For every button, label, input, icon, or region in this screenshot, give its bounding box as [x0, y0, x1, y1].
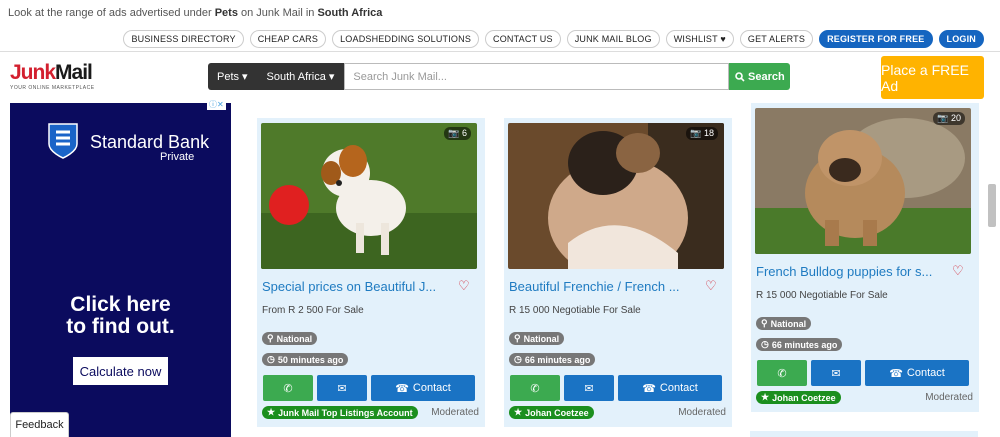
standard-bank-shield-icon — [48, 123, 78, 159]
heart-icon[interactable]: ♡ — [705, 278, 717, 294]
photo-count-badge: 📷 20 — [933, 112, 965, 125]
search-icon — [735, 71, 745, 82]
junkmail-logo[interactable]: JunkMail YOUR ONLINE MARKETPLACE — [10, 62, 102, 94]
location-badge: ⚲ National — [756, 317, 812, 330]
listing-card[interactable]: 📷 18 Beautiful Frenchie / French ... ♡ R… — [504, 118, 732, 427]
map-pin-icon: ⚲ — [267, 333, 274, 343]
login-button[interactable]: LOGIN — [938, 30, 984, 48]
listing-photo[interactable]: 📷 20 — [755, 108, 971, 254]
seller-badge[interactable]: ★ Junk Mail Top Listings Account — [262, 406, 418, 419]
envelope-icon: ✉ — [831, 367, 841, 380]
phone-icon: ☎ — [889, 367, 903, 380]
bank-name: Standard Bank — [90, 132, 210, 152]
time-badge: ◷ 66 minutes ago — [756, 338, 843, 351]
region-name: South Africa — [317, 7, 383, 19]
photo-count-badge: 📷 6 — [444, 127, 471, 140]
region-select[interactable]: South Africa ▾ — [256, 63, 345, 90]
whatsapp-button[interactable]: ✆ — [510, 375, 560, 401]
page-scrollbar-thumb[interactable] — [988, 184, 996, 227]
place-free-ad-button[interactable]: Place a FREE Ad — [881, 56, 984, 99]
whatsapp-icon: ✆ — [283, 382, 293, 395]
contact-button[interactable]: ☎ Contact — [371, 375, 475, 401]
envelope-icon: ✉ — [584, 382, 594, 395]
page-intro-text: Look at the range of ads advertised unde… — [8, 7, 383, 19]
listing-actions: ✆ ✉ ☎ Contact — [263, 375, 475, 401]
bank-subtitle: Private — [160, 151, 195, 163]
email-button[interactable]: ✉ — [564, 375, 614, 401]
caret-down-icon: ▾ — [328, 71, 335, 83]
whatsapp-icon: ✆ — [777, 367, 787, 380]
contact-button[interactable]: ☎ Contact — [618, 375, 722, 401]
seller-badge[interactable]: ★ Johan Coetzee — [756, 391, 841, 404]
clock-icon: ◷ — [514, 354, 522, 364]
top-navigation: BUSINESS DIRECTORY CHEAP CARS LOADSHEDDI… — [123, 30, 984, 48]
map-pin-icon: ⚲ — [761, 318, 768, 328]
email-button[interactable]: ✉ — [811, 360, 861, 386]
envelope-icon: ✉ — [337, 382, 347, 395]
heart-icon[interactable]: ♡ — [458, 278, 470, 294]
listing-card[interactable]: 📷 6 Special prices on Beautiful J... ♡ F… — [257, 118, 485, 427]
nav-loadshedding-solutions[interactable]: LOADSHEDDING SOLUTIONS — [332, 30, 480, 48]
heart-icon[interactable]: ♡ — [952, 263, 964, 279]
listing-photo[interactable]: 📷 6 — [261, 123, 477, 269]
next-listing-card-edge — [750, 431, 978, 437]
listing-title[interactable]: Beautiful Frenchie / French ... — [509, 279, 680, 294]
listing-price: From R 2 500 For Sale — [262, 305, 364, 316]
star-icon: ★ — [514, 407, 523, 417]
whatsapp-button[interactable]: ✆ — [757, 360, 807, 386]
adchoices-icon[interactable]: ⓘ✕ — [207, 99, 226, 110]
category-select[interactable]: Pets ▾ — [208, 63, 257, 90]
search-bar: Pets ▾ South Africa ▾ Search Junk Mail... … — [208, 63, 791, 90]
moderation-status: Moderated — [925, 392, 973, 403]
nav-wishlist[interactable]: WISHLIST ♥ — [665, 30, 734, 48]
search-button[interactable]: Search — [729, 63, 791, 90]
nav-junk-mail-blog[interactable]: JUNK MAIL BLOG — [566, 30, 660, 48]
time-badge: ◷ 50 minutes ago — [262, 353, 349, 366]
listing-actions: ✆ ✉ ☎ Contact — [757, 360, 969, 386]
listing-title[interactable]: Special prices on Beautiful J... — [262, 279, 436, 294]
caret-down-icon: ▾ — [242, 71, 248, 83]
whatsapp-button[interactable]: ✆ — [263, 375, 313, 401]
clock-icon: ◷ — [761, 339, 769, 349]
listing-price: R 15 000 Negotiable For Sale — [756, 290, 888, 301]
clock-icon: ◷ — [267, 354, 275, 364]
nav-business-directory[interactable]: BUSINESS DIRECTORY — [123, 30, 244, 48]
moderation-status: Moderated — [431, 407, 479, 418]
seller-badge[interactable]: ★ Johan Coetzee — [509, 406, 594, 419]
listing-card[interactable]: 📷 20 French Bulldog puppies for s... ♡ R… — [751, 103, 979, 412]
standard-bank-ad-banner[interactable]: Standard Bank Private Click here to find … — [10, 103, 231, 437]
calculate-now-button[interactable]: Calculate now — [73, 357, 168, 385]
email-button[interactable]: ✉ — [317, 375, 367, 401]
star-icon: ★ — [761, 392, 770, 402]
banner-headline: Click here to find out. — [66, 293, 175, 338]
map-pin-icon: ⚲ — [514, 333, 521, 343]
listing-photo[interactable]: 📷 18 — [508, 123, 724, 269]
nav-get-alerts[interactable]: GET ALERTS — [739, 30, 814, 48]
header-divider — [0, 51, 1000, 52]
phone-icon: ☎ — [642, 382, 656, 395]
listing-price: R 15 000 Negotiable For Sale — [509, 305, 641, 316]
location-badge: ⚲ National — [262, 332, 318, 345]
search-input[interactable]: Search Junk Mail... — [344, 63, 730, 90]
listing-title[interactable]: French Bulldog puppies for s... — [756, 264, 932, 279]
time-badge: ◷ 66 minutes ago — [509, 353, 596, 366]
register-button[interactable]: REGISTER FOR FREE — [819, 30, 933, 48]
listing-actions: ✆ ✉ ☎ Contact — [510, 375, 722, 401]
location-badge: ⚲ National — [509, 332, 565, 345]
star-icon: ★ — [267, 407, 276, 417]
nav-cheap-cars[interactable]: CHEAP CARS — [249, 30, 327, 48]
photo-count-badge: 📷 18 — [686, 127, 718, 140]
feedback-tab[interactable]: Feedback — [10, 412, 69, 437]
phone-icon: ☎ — [395, 382, 409, 395]
nav-contact-us[interactable]: CONTACT US — [485, 30, 561, 48]
whatsapp-icon: ✆ — [530, 382, 540, 395]
category-name: Pets — [214, 7, 238, 19]
moderation-status: Moderated — [678, 407, 726, 418]
contact-button[interactable]: ☎ Contact — [865, 360, 969, 386]
